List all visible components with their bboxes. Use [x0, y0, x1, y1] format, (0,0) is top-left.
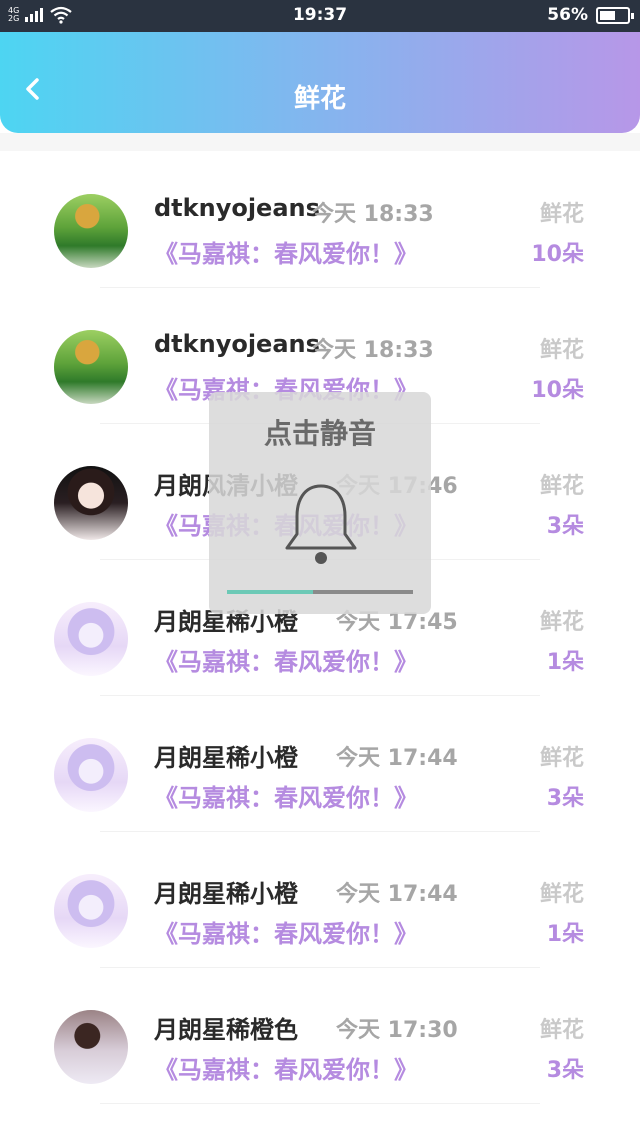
- status-time: 19:37: [292, 5, 348, 25]
- gift-type: 鲜花: [539, 202, 584, 227]
- list-item[interactable]: 月朗星稀橙色 今天 17:30 《马嘉祺：春风爱你！》 鲜花 3朵: [0, 968, 640, 1104]
- battery-group: 56%: [547, 5, 634, 25]
- gift-count: 3朵: [546, 514, 584, 539]
- gift-count: 1朵: [546, 650, 584, 675]
- gift-list: dtknyojeans 今天 18:33 《马嘉祺：春风爱你！》 鲜花 10朵 …: [0, 152, 640, 1104]
- gift-type: 鲜花: [539, 1018, 584, 1043]
- gift-type: 鲜花: [539, 338, 584, 363]
- avatar[interactable]: [54, 466, 128, 540]
- avatar[interactable]: [54, 874, 128, 948]
- timestamp: 今天 17:44: [336, 882, 458, 907]
- avatar[interactable]: [54, 1010, 128, 1084]
- song-title[interactable]: 《马嘉祺：春风爱你！》: [154, 642, 418, 677]
- timestamp: 今天 17:44: [336, 746, 458, 771]
- gift-count: 10朵: [531, 242, 584, 267]
- avatar[interactable]: [54, 738, 128, 812]
- gift-type: 鲜花: [539, 746, 584, 771]
- user-name[interactable]: 月朗星稀橙色: [154, 1010, 298, 1045]
- user-name[interactable]: 月朗星稀小橙: [154, 738, 298, 773]
- user-name[interactable]: 月朗星稀小橙: [154, 874, 298, 909]
- song-title[interactable]: 《马嘉祺：春风爱你！》: [154, 914, 418, 949]
- status-bar: 4G 2G 19:37 56%: [0, 0, 640, 32]
- song-title[interactable]: 《马嘉祺：春风爱你！》: [154, 1050, 418, 1085]
- song-title[interactable]: 《马嘉祺：春风爱你！》: [154, 778, 418, 813]
- mute-toast[interactable]: 点击静音: [209, 392, 431, 614]
- battery-fill: [600, 10, 615, 20]
- header-bar: 鲜花: [0, 32, 640, 133]
- song-title[interactable]: 《马嘉祺：春风爱你！》: [154, 234, 418, 269]
- battery-percent: 56%: [547, 5, 588, 25]
- gift-count: 1朵: [546, 922, 584, 947]
- timestamp: 今天 18:33: [312, 202, 434, 227]
- header-divider: [0, 133, 640, 151]
- gift-type: 鲜花: [539, 882, 584, 907]
- list-item[interactable]: dtknyojeans 今天 18:33 《马嘉祺：春风爱你！》 鲜花 10朵: [0, 152, 640, 288]
- gift-type: 鲜花: [539, 474, 584, 499]
- row-divider: [100, 1103, 540, 1104]
- avatar[interactable]: [54, 330, 128, 404]
- avatar[interactable]: [54, 602, 128, 676]
- list-item[interactable]: 月朗星稀小橙 今天 17:44 《马嘉祺：春风爱你！》 鲜花 1朵: [0, 832, 640, 968]
- gift-count: 10朵: [531, 378, 584, 403]
- mute-label: 点击静音: [263, 417, 376, 450]
- avatar[interactable]: [54, 194, 128, 268]
- battery-icon: [596, 6, 634, 24]
- user-name[interactable]: dtknyojeans: [154, 194, 320, 222]
- gift-type: 鲜花: [539, 610, 584, 635]
- page-title: 鲜花: [293, 84, 346, 114]
- timestamp: 今天 17:30: [336, 1018, 458, 1043]
- bell-icon[interactable]: [273, 476, 369, 572]
- gift-count: 3朵: [546, 786, 584, 811]
- gift-count: 3朵: [546, 1058, 584, 1083]
- timestamp: 今天 18:33: [312, 338, 434, 363]
- volume-slider[interactable]: [227, 590, 413, 594]
- user-name[interactable]: dtknyojeans: [154, 330, 320, 358]
- volume-fill: [227, 590, 313, 594]
- list-item[interactable]: 月朗星稀小橙 今天 17:44 《马嘉祺：春风爱你！》 鲜花 3朵: [0, 696, 640, 832]
